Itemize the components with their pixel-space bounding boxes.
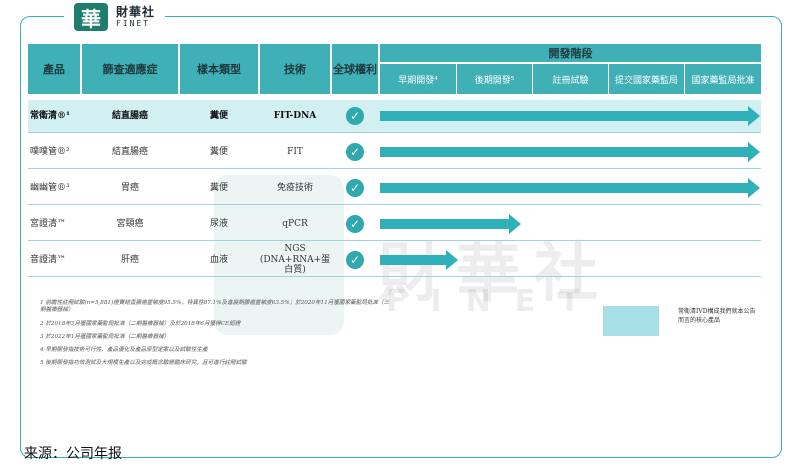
footnote: 4 早期開發指技術可行性、產品優化及產品原型定案以及試驗性生產 [40,347,208,354]
cell-sample: 血液 [209,254,228,265]
cell-technology: NGS (DNA+RNA+蛋白質) [259,244,331,276]
check-icon: ✓ [346,215,364,233]
check-icon: ✓ [346,179,364,197]
progress-arrow [380,250,458,270]
table-row: 噗噗管®² 結直腸癌 糞便 FIT ✓ [28,136,761,169]
cell-product: 幽幽管®³ [30,182,70,193]
legend-swatch [603,306,659,336]
cell-sample: 尿液 [209,218,228,229]
progress-arrow [380,178,760,198]
finet-logo: 華 財華社 FINET [64,2,166,32]
progress-arrow [380,214,521,234]
stage-registration: 註冊試驗 [532,64,608,94]
cell-indication: 結直腸癌 [111,146,148,157]
header-rights: 全球權利 [332,44,378,94]
cell-product: 常衛清®¹ [30,110,70,121]
check-icon: ✓ [346,143,364,161]
cell-sample: 糞便 [209,146,228,157]
table-row: 幽幽管®³ 胃癌 糞便 免疫技術 ✓ [28,172,761,205]
cell-indication: 肝癌 [120,254,139,265]
check-icon: ✓ [346,251,364,269]
header-indication: 篩查適應症 [82,44,178,94]
table-row: 常衛清®¹ 結直腸癌 糞便 FIT-DNA ✓ [28,100,761,133]
footnote: 5 後期開發指功效測試及大規模生產以及完成概念驗證臨床研究，且可進行註冊試驗 [40,360,247,367]
cell-indication: 宮頸癌 [116,218,144,229]
footnote: 1 前瞻性註冊試驗(n=5,881)證實結直腸癌靈敏度95.5%，特異性87.1… [40,300,390,314]
header-product: 產品 [28,44,80,94]
progress-arrow [380,106,760,126]
cell-product: 宮證清™ [30,218,67,229]
cell-indication: 胃癌 [120,182,139,193]
logo-en-text: FINET [116,19,151,28]
watermark-en: FINET [386,284,604,319]
progress-arrow [380,142,760,162]
cell-product: 音證清™ [30,254,67,265]
table-row: 宮證清™ 宮頸癌 尿液 qPCR ✓ [28,208,761,241]
footnote: 2 於2018年3月獲國家藥監局批准（二期醫療器械）及於2018年6月獲得CE認… [40,320,241,327]
cell-technology: qPCR [282,218,308,229]
cell-technology: 免疫技術 [276,182,313,193]
header-technology: 技術 [260,44,330,94]
header-stage: 開發階段 [380,44,761,62]
table-row: 音證清™ 肝癌 血液 NGS (DNA+RNA+蛋白質) ✓ [28,244,761,277]
check-icon: ✓ [346,107,364,125]
legend-text: 常衛清IVD構成我們就本公告而言的核心產品 [678,308,756,324]
footnote: 3 於2022年1月獲國家藥監局批准（二期醫療器械） [40,333,170,340]
cell-technology: FIT [287,146,303,157]
cell-technology: FIT-DNA [273,110,317,121]
stage-early: 早期開發⁴ [380,64,456,94]
logo-cn-text: 財華社 [116,5,156,19]
logo-mark-icon: 華 [74,3,108,31]
stage-submit: 提交國家藥監局 [608,64,684,94]
source-caption: 来源：公司年报 [24,446,122,462]
header-sample: 樣本類型 [180,44,258,94]
cell-indication: 結直腸癌 [111,110,148,121]
stage-approved: 國家藥監局批准 [684,64,761,94]
cell-sample: 糞便 [209,110,228,121]
stage-late: 後期開發⁵ [456,64,532,94]
cell-sample: 糞便 [209,182,228,193]
footnotes: 1 前瞻性註冊試驗(n=5,881)證實結直腸癌靈敏度95.5%，特異性87.1… [40,300,390,374]
cell-product: 噗噗管®² [30,146,70,157]
